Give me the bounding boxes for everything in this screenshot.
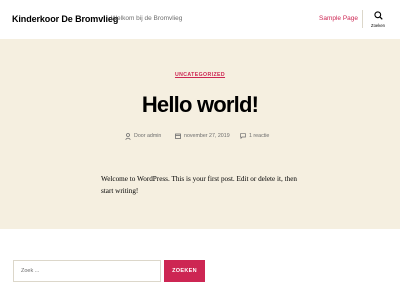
search-input[interactable] bbox=[13, 260, 161, 282]
post-meta-comments[interactable]: 1 reactie bbox=[240, 132, 269, 140]
search-icon bbox=[373, 11, 383, 20]
site-title[interactable]: Kinderkoor De Bromvlieg bbox=[12, 14, 118, 24]
user-icon bbox=[125, 132, 131, 140]
post-meta-date[interactable]: november 27, 2019 bbox=[175, 132, 230, 140]
post-comments-count: 1 reactie bbox=[249, 133, 270, 139]
post-category-link[interactable]: UNCATEGORIZED bbox=[0, 72, 400, 78]
post-date: november 27, 2019 bbox=[184, 133, 230, 139]
post-title[interactable]: Hello world! bbox=[0, 92, 400, 118]
site-description: Welkom bij de Bromvlieg bbox=[111, 15, 183, 22]
header-divider bbox=[362, 10, 363, 28]
search-submit-button[interactable]: ZOEKEN bbox=[164, 260, 205, 282]
post-body: Welcome to WordPress. This is your first… bbox=[101, 175, 298, 195]
calendar-icon bbox=[175, 133, 181, 139]
comment-icon bbox=[240, 133, 246, 139]
post-meta-author[interactable]: Door admin bbox=[125, 132, 161, 140]
search-toggle-button[interactable]: Zoeken bbox=[369, 11, 387, 33]
site-header: Kinderkoor De Bromvlieg Welkom bij de Br… bbox=[0, 0, 400, 39]
search-toggle-label: Zoeken bbox=[371, 23, 385, 28]
post-author: Door admin bbox=[134, 133, 162, 139]
nav-item-sample-page[interactable]: Sample Page bbox=[319, 15, 358, 22]
